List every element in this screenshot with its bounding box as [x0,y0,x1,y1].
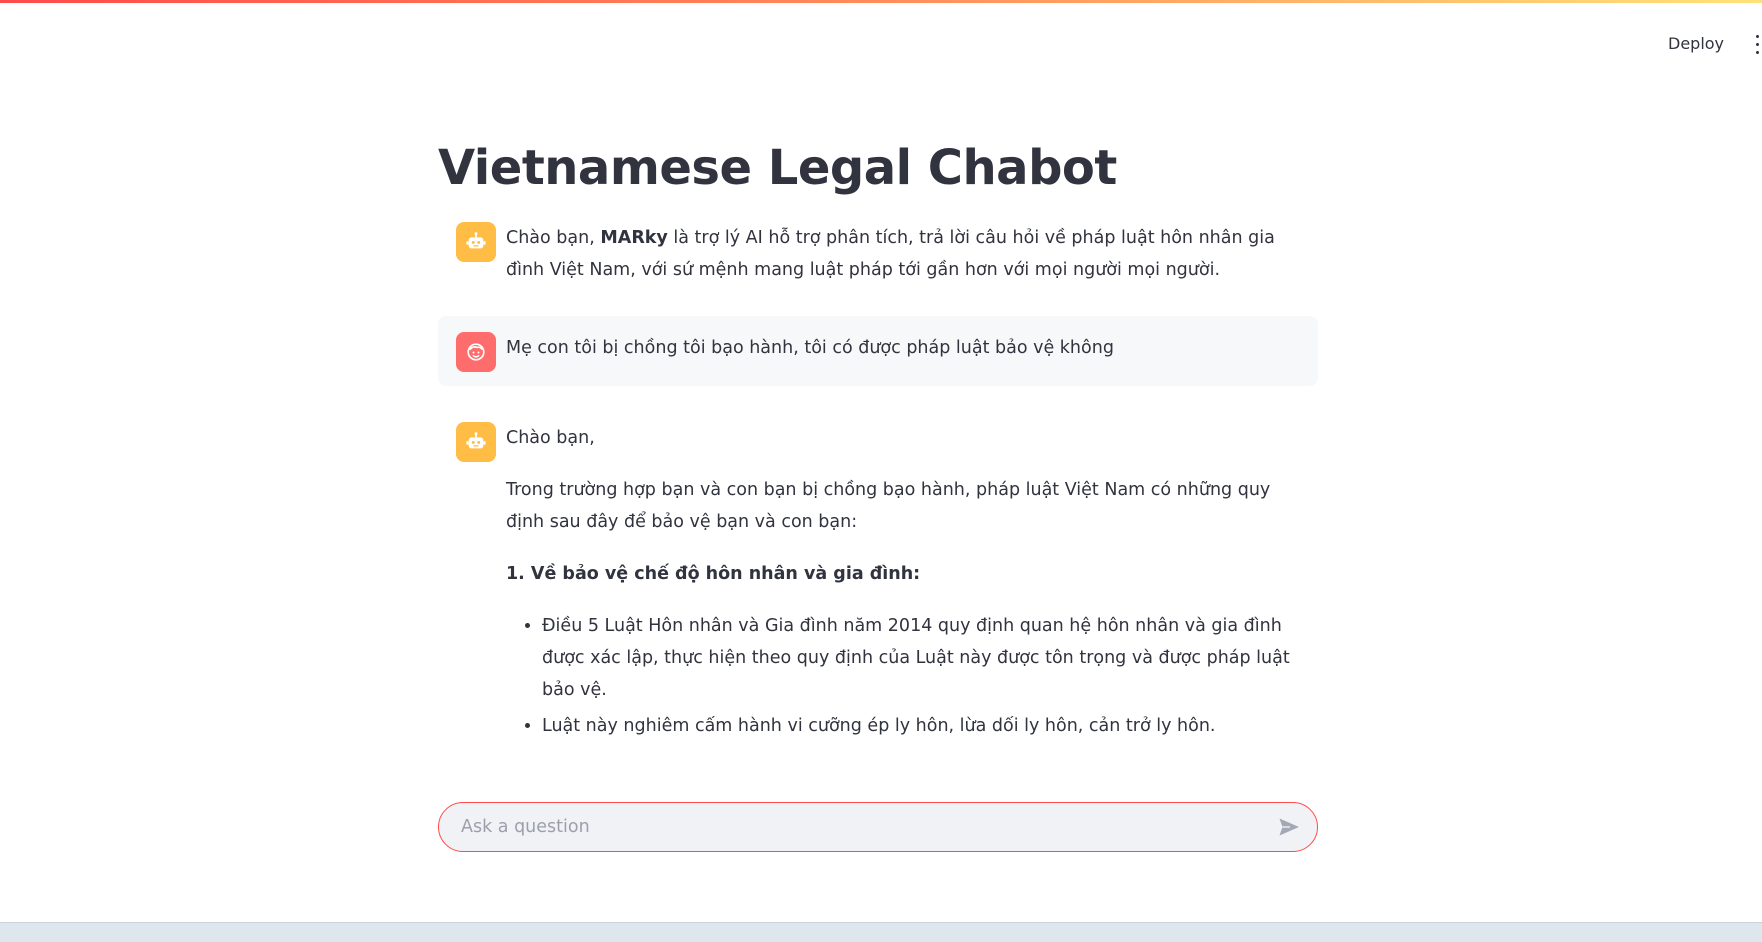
send-button[interactable] [1273,811,1305,843]
chat-input-container [438,802,1318,852]
chat-message-user: Mẹ con tôi bị chồng tôi bạo hành, tôi có… [438,316,1318,386]
message-text: Mẹ con tôi bị chồng tôi bạo hành, tôi có… [506,338,1114,358]
robot-icon [456,222,496,262]
robot-icon [456,422,496,462]
bullet-list: Điều 5 Luật Hôn nhân và Gia đình năm 201… [506,610,1302,742]
message-text: Chào bạn, Trong trường hợp bạn và con bạ… [506,422,1302,746]
chat-message-assistant: Chào bạn, MARky là trợ lý AI hỗ trợ phân… [438,206,1318,302]
greeting-text: Chào bạn, [506,228,601,248]
intro-paragraph: Trong trường hợp bạn và con bạn bị chồng… [506,480,1271,532]
section-heading: 1. Về bảo vệ chế độ hôn nhân và gia đình… [506,564,921,584]
kebab-menu-icon[interactable] [1752,32,1762,56]
greeting-text: Chào bạn, [506,428,595,448]
face-icon [456,332,496,372]
chat-input[interactable] [459,816,1273,838]
top-decoration-bar [0,0,1762,3]
os-taskbar [0,922,1762,942]
page-title: Vietnamese Legal Chabot [438,140,1117,196]
deploy-button[interactable]: Deploy [1668,34,1724,53]
bot-name: MARky [600,228,668,248]
list-item: Điều 5 Luật Hôn nhân và Gia đình năm 201… [542,610,1302,706]
list-item: Luật này nghiêm cấm hành vi cưỡng ép ly … [542,710,1302,742]
send-icon [1279,818,1299,836]
app-window: Deploy Vietnamese Legal Chabot Chào bạn,… [0,0,1762,942]
chat-message-assistant: Chào bạn, Trong trường hợp bạn và con bạ… [438,406,1318,762]
message-text: Chào bạn, MARky là trợ lý AI hỗ trợ phân… [506,222,1302,286]
